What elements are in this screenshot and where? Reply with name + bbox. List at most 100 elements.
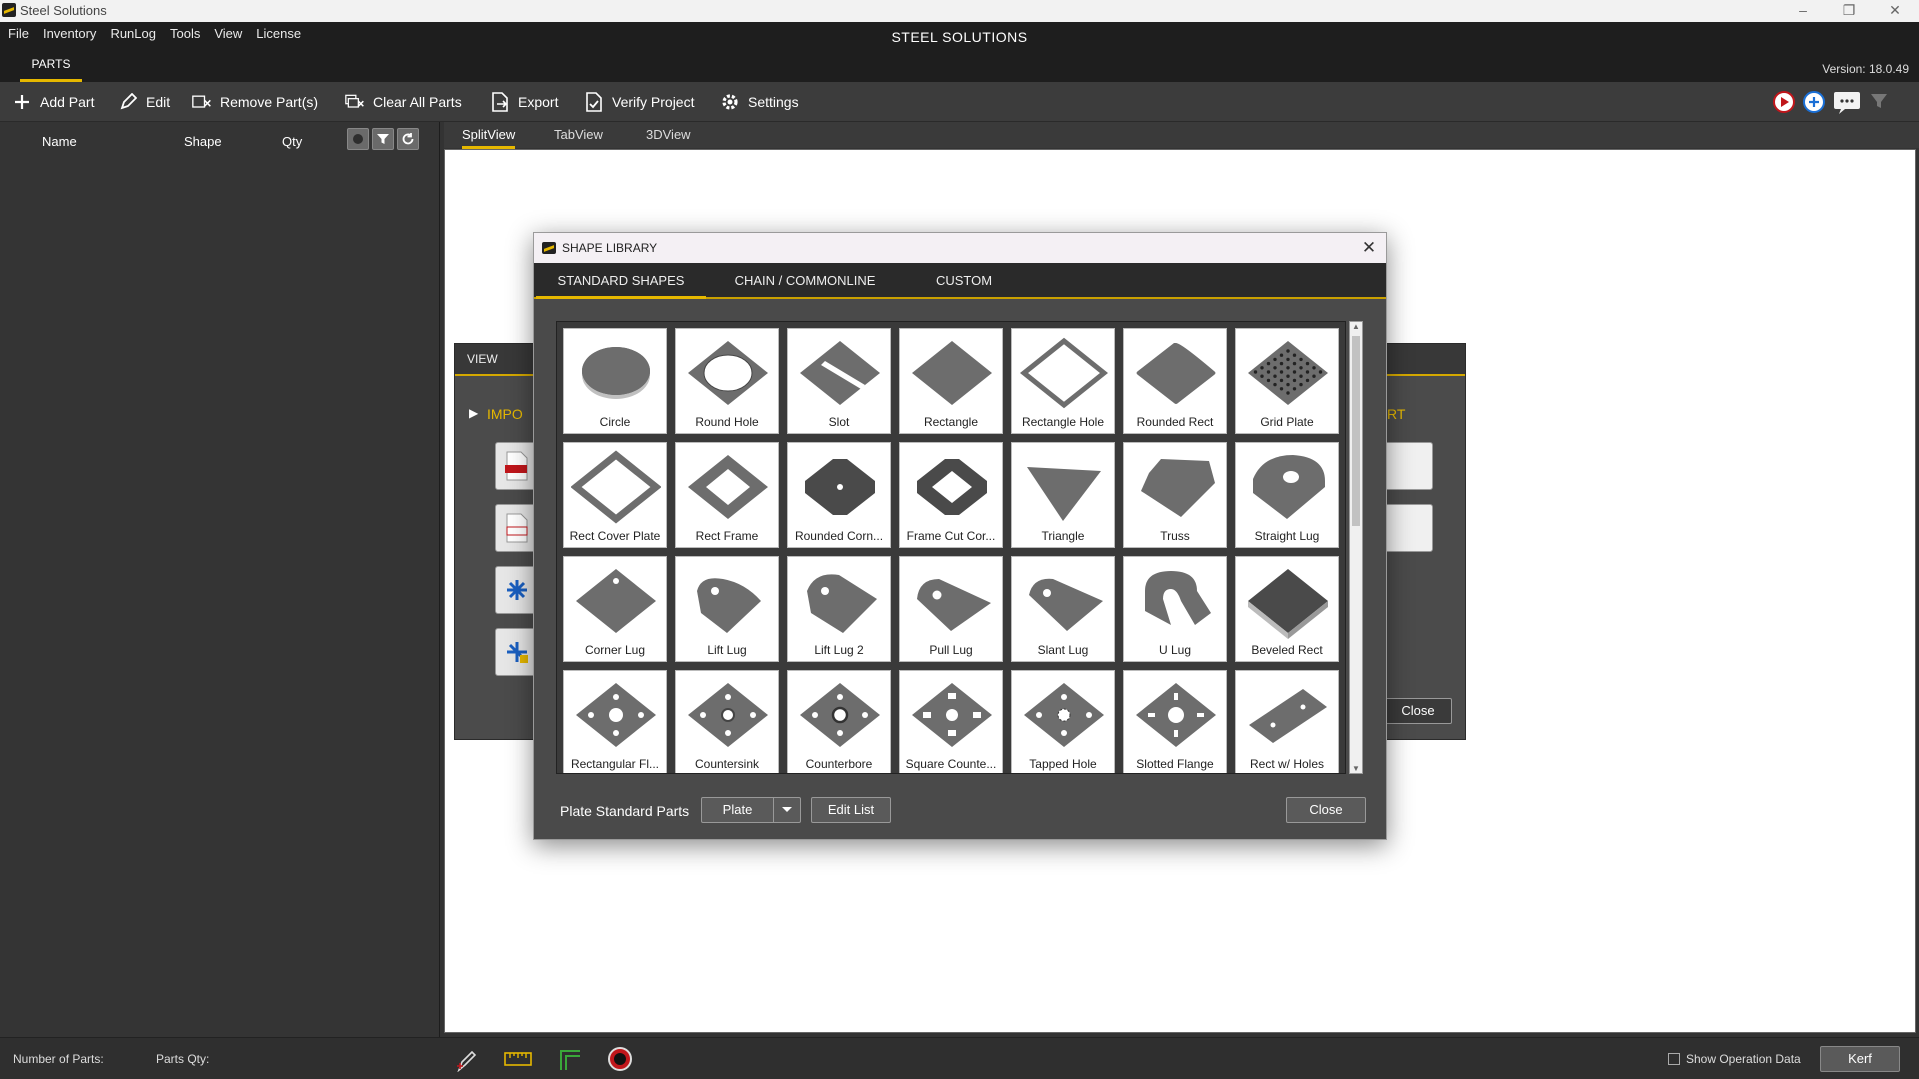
record-icon[interactable] (605, 1044, 635, 1074)
shape-grid-container: Circle Round Hole Slot Rectangle Rectangle H… (556, 321, 1346, 774)
parts-list-tools (347, 128, 419, 150)
show-operation-data-label: Show Operation Data (1686, 1052, 1801, 1066)
shape-tile-label: Rounded Corn... (794, 529, 884, 543)
shape-tile-rect-cover-plate[interactable]: Rect Cover Plate (563, 442, 667, 548)
shape-tile-counterbore[interactable]: Counterbore (787, 670, 891, 773)
settings-label: Settings (748, 94, 799, 110)
ruler-icon[interactable] (503, 1044, 533, 1074)
settings-button[interactable]: Settings (720, 91, 799, 113)
shape-tile-straight-lug[interactable]: Straight Lug (1235, 442, 1339, 548)
version-label: Version: 18.0.49 (1822, 62, 1909, 76)
shape-tile-beveled-rect[interactable]: Beveled Rect (1235, 556, 1339, 662)
column-header-name[interactable]: Name (42, 134, 77, 149)
right-option-button-2[interactable] (1381, 504, 1433, 552)
shape-tile-label: Tapped Hole (1029, 757, 1097, 771)
right-option-button-1[interactable] (1381, 442, 1433, 490)
shape-tile-rounded-rect[interactable]: Rounded Rect (1123, 328, 1227, 434)
shape-tile-corner-lug[interactable]: Corner Lug (563, 556, 667, 662)
close-icon[interactable]: ✕ (1872, 0, 1918, 22)
shape-tile-rounded-corn[interactable]: Rounded Corn... (787, 442, 891, 548)
shape-tile-rect-w-holes[interactable]: Rect w/ Holes (1235, 670, 1339, 773)
shape-tile-slotted-flange[interactable]: Slotted Flange (1123, 670, 1227, 773)
tab-splitview[interactable]: SplitView (462, 127, 516, 149)
shape-tile-frame-cut-cor[interactable]: Frame Cut Cor... (899, 442, 1003, 548)
shape-tile-slot[interactable]: Slot (787, 328, 891, 434)
shape-tile-square-counte[interactable]: Square Counte... (899, 670, 1003, 773)
verify-project-button[interactable]: Verify Project (584, 91, 694, 113)
tab-parts[interactable]: PARTS (20, 55, 82, 82)
number-of-parts-label: Number of Parts: (13, 1052, 104, 1066)
shape-tile-rectangular-fl[interactable]: Rectangular Fl... (563, 670, 667, 773)
shape-tile-slant-lug[interactable]: Slant Lug (1011, 556, 1115, 662)
clear-all-parts-button[interactable]: Clear All Parts (345, 91, 462, 113)
shape-tile-circle[interactable]: Circle (563, 328, 667, 434)
status-bar: Number of Parts: Parts Qty: Show Operati… (0, 1037, 1919, 1079)
shape-tile-lift-lug[interactable]: Lift Lug (675, 556, 779, 662)
shape-tile-triangle[interactable]: Triangle (1011, 442, 1115, 548)
shape-tile-rect-frame[interactable]: Rect Frame (675, 442, 779, 548)
run-icon[interactable] (1773, 91, 1795, 118)
add-part-button[interactable]: Add Part (12, 91, 94, 113)
shape-library-close-button[interactable]: Close (1286, 797, 1366, 823)
filter-icon[interactable] (1869, 91, 1889, 118)
shape-tile-label: Lift Lug (707, 643, 747, 657)
shape-grid-scrollbar[interactable]: ▲ ▼ (1349, 321, 1363, 774)
edit-button[interactable]: Edit (118, 91, 170, 113)
chevron-down-icon[interactable] (774, 798, 800, 822)
edit-list-button[interactable]: Edit List (811, 797, 891, 823)
remove-part-icon (192, 92, 212, 112)
scroll-down-icon[interactable]: ▼ (1350, 764, 1362, 773)
close-icon[interactable]: ✕ (1358, 233, 1380, 263)
tab-tabview[interactable]: TabView (554, 127, 603, 146)
shape-tile-label: Pull Lug (929, 643, 973, 657)
shape-tile-rectangle[interactable]: Rectangle (899, 328, 1003, 434)
shape-tile-grid-plate[interactable]: Grid Plate (1235, 328, 1339, 434)
app-logo-icon (542, 242, 556, 254)
shape-tile-label: Rounded Rect (1136, 415, 1214, 429)
scroll-up-icon[interactable]: ▲ (1350, 322, 1362, 331)
clear-all-icon (345, 92, 365, 112)
shape-tile-tapped-hole[interactable]: Tapped Hole (1011, 670, 1115, 773)
view-dialog-close-button[interactable]: Close (1384, 698, 1452, 724)
column-header-shape[interactable]: Shape (184, 134, 222, 149)
export-button[interactable]: Export (490, 91, 558, 113)
minimize-icon[interactable]: – (1780, 0, 1826, 22)
window-title: Steel Solutions (20, 3, 107, 18)
shape-tile-label: Counterbore (805, 757, 873, 771)
corner-angle-icon[interactable] (555, 1044, 585, 1074)
parts-list-panel: Name Shape Qty (0, 122, 440, 1037)
kerf-button[interactable]: Kerf (1820, 1046, 1900, 1072)
plate-type-value: Plate (702, 798, 774, 822)
clear-all-label: Clear All Parts (373, 94, 462, 110)
tab-chain-commonline[interactable]: CHAIN / COMMONLINE (720, 263, 890, 299)
shape-tile-lift-lug-2[interactable]: Lift Lug 2 (787, 556, 891, 662)
shape-tile-countersink[interactable]: Countersink (675, 670, 779, 773)
shape-library-tabs: STANDARD SHAPES CHAIN / COMMONLINE CUSTO… (534, 263, 1386, 299)
remove-parts-button[interactable]: Remove Part(s) (192, 91, 318, 113)
column-header-qty[interactable]: Qty (282, 134, 302, 149)
import-section-header[interactable]: IMPO (469, 406, 523, 422)
window-title-bar: Steel Solutions – ❐ ✕ (0, 0, 1919, 22)
scrollbar-thumb[interactable] (1352, 336, 1360, 526)
show-operation-data-checkbox[interactable] (1668, 1053, 1680, 1065)
shape-tile-rectangle-hole[interactable]: Rectangle Hole (1011, 328, 1115, 434)
restore-icon[interactable]: ❐ (1826, 0, 1872, 22)
measure-pencil-icon[interactable] (453, 1044, 483, 1074)
shape-tile-pull-lug[interactable]: Pull Lug (899, 556, 1003, 662)
status-dot-icon[interactable] (347, 128, 369, 150)
tab-standard-shapes[interactable]: STANDARD SHAPES (536, 263, 706, 299)
shape-tile-label: Rect Frame (695, 529, 759, 543)
tab-3dview[interactable]: 3DView (646, 127, 691, 146)
add-circle-icon[interactable] (1803, 91, 1825, 118)
shape-tile-label: Slant Lug (1037, 643, 1089, 657)
shape-tile-u-lug[interactable]: U Lug (1123, 556, 1227, 662)
plate-type-dropdown[interactable]: Plate (701, 797, 801, 823)
refresh-icon[interactable] (397, 128, 419, 150)
tab-custom[interactable]: CUSTOM (904, 263, 1024, 299)
filter-icon[interactable] (372, 128, 394, 150)
chat-icon[interactable] (1833, 91, 1861, 118)
shape-tile-round-hole[interactable]: Round Hole (675, 328, 779, 434)
shape-tile-truss[interactable]: Truss (1123, 442, 1227, 548)
shape-tile-label: Triangle (1041, 529, 1085, 543)
show-operation-data-toggle[interactable]: Show Operation Data (1668, 1052, 1801, 1066)
